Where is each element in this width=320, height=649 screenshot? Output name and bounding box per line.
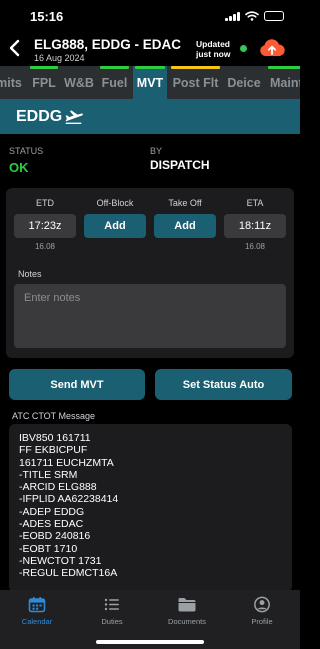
ctot-line: -REGUL EDMCT16A	[19, 567, 118, 580]
tab-indicator	[171, 66, 220, 69]
tab-label: FPL	[32, 75, 56, 90]
tab-indicator	[64, 66, 94, 69]
tab-label: mits	[0, 75, 22, 90]
by-value: DISPATCH	[150, 158, 210, 172]
sync-status-line1: Updated	[196, 39, 230, 49]
calendar-icon	[28, 597, 46, 613]
tab-indicator	[226, 66, 262, 69]
eta-date: 16.08	[244, 242, 266, 251]
etd-field[interactable]: 17:23z	[14, 214, 76, 238]
ctot-line: -ADEP EDDG	[19, 505, 85, 518]
ctot-line: -TITLE SRM	[19, 468, 78, 481]
tab-label: Deice	[227, 75, 261, 90]
tab-fuel[interactable]: Fuel	[98, 66, 131, 99]
nav-label: Documents	[168, 617, 206, 626]
status-icons	[225, 11, 284, 21]
off-block-label: Off-Block	[96, 198, 134, 208]
nav-label: Profile	[251, 617, 273, 626]
tab-post-flight[interactable]: Post Flt	[169, 66, 222, 99]
tab-label: Post Flt	[172, 75, 219, 90]
nav-calendar[interactable]: Calendar	[7, 596, 67, 626]
tab-label: W&B	[64, 75, 94, 90]
tab-label: Fuel	[101, 75, 128, 90]
ctot-line: -EOBT 1710	[19, 542, 78, 555]
eta-label: ETA	[246, 198, 264, 208]
tab-indicator	[268, 66, 300, 69]
status-value: OK	[9, 160, 29, 175]
tab-permits[interactable]: mits	[0, 66, 24, 99]
tab-deice[interactable]: Deice	[224, 66, 264, 99]
section-tabs: mits FPL W&B Fuel MVT Post Flt Deice Mai…	[0, 66, 300, 99]
sync-status: Updated just now	[196, 39, 230, 59]
take-off-label: Take Off	[168, 198, 202, 208]
ctot-line: -IFPLID AA62238414	[19, 493, 119, 506]
nav-label: Calendar	[21, 617, 53, 626]
ctot-line: FF EKBICPUF	[19, 444, 88, 457]
sync-status-line2: just now	[196, 49, 231, 59]
airport-banner: EDDG	[0, 99, 300, 134]
status-time: 15:16	[30, 9, 64, 24]
etd-column: ETD 17:23z 16.08	[14, 198, 76, 251]
send-mvt-button[interactable]: Send MVT	[9, 369, 145, 400]
profile-icon	[254, 596, 270, 613]
battery-icon	[264, 11, 284, 21]
off-block-column: Off-Block Add	[84, 198, 146, 238]
nav-documents[interactable]: Documents	[157, 596, 217, 626]
folder-icon	[178, 598, 196, 612]
tab-label: Maint	[270, 75, 300, 90]
notes-input[interactable]	[14, 284, 286, 348]
by-label: BY	[150, 146, 163, 156]
cloud-upload-icon[interactable]	[258, 37, 286, 59]
movement-times-card: ETD 17:23z 16.08 Off-Block Add Take Off …	[6, 188, 294, 358]
nav-duties[interactable]: Duties	[82, 596, 142, 626]
ctot-line: -NEWCTOT 1731	[19, 554, 102, 567]
ctot-line: -ADES EDAC	[19, 518, 84, 531]
notes-label: Notes	[18, 269, 42, 279]
ctot-line: IBV850 161711	[19, 432, 91, 444]
wifi-icon	[245, 11, 259, 21]
nav-profile[interactable]: Profile	[232, 596, 292, 626]
ctot-line: -EOBD 240816	[19, 530, 91, 543]
tab-indicator	[135, 66, 165, 69]
departure-airport: EDDG	[16, 108, 63, 125]
flight-header: ELG888, EDDG - EDAC 16 Aug 2024 Updated …	[0, 32, 300, 66]
nav-label: Duties	[101, 617, 123, 626]
tab-indicator	[100, 66, 129, 69]
cellular-signal-icon	[225, 11, 240, 21]
set-status-auto-button[interactable]: Set Status Auto	[155, 369, 292, 400]
online-indicator	[240, 45, 247, 52]
tab-weight-balance[interactable]: W&B	[62, 66, 96, 99]
ctot-label: ATC CTOT Message	[12, 411, 96, 421]
take-off-column: Take Off Add	[154, 198, 216, 238]
tab-indicator	[30, 66, 58, 69]
tab-maintenance[interactable]: Maint	[266, 66, 300, 99]
ctot-message[interactable]: IBV850 161711 FF EKBICPUF 161711 EUCHZMT…	[9, 424, 292, 592]
tab-fpl[interactable]: FPL	[28, 66, 60, 99]
status-label: STATUS	[9, 146, 44, 156]
eta-column: ETA 18:11z 16.08	[224, 198, 286, 251]
ctot-line: -ARCID ELG888	[19, 481, 97, 494]
flight-title: ELG888, EDDG - EDAC	[34, 37, 182, 52]
tab-indicator	[0, 66, 22, 69]
etd-label: ETD	[36, 198, 54, 208]
add-off-block-button[interactable]: Add	[84, 214, 146, 238]
back-button[interactable]	[6, 37, 24, 59]
list-icon	[104, 598, 119, 611]
add-take-off-button[interactable]: Add	[154, 214, 216, 238]
eta-field[interactable]: 18:11z	[224, 214, 286, 238]
home-indicator	[96, 640, 204, 644]
tab-mvt[interactable]: MVT	[133, 66, 167, 99]
airplane-departure-icon	[65, 110, 83, 124]
etd-date: 16.08	[34, 242, 56, 251]
ctot-line: 161711 EUCHZMTA	[19, 456, 114, 469]
status-bar: 15:16	[0, 0, 300, 32]
tab-label: MVT	[136, 75, 164, 90]
flight-date: 16 Aug 2024	[34, 53, 85, 63]
